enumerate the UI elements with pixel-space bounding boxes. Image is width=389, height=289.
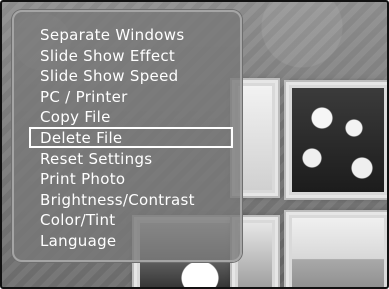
photo-thumbnail-beach[interactable]: [286, 212, 387, 287]
screen-frame: Separate Windows Slide Show Effect Slide…: [0, 0, 389, 289]
menu-item-color-tint[interactable]: Color/Tint: [40, 210, 195, 231]
menu-item-language[interactable]: Language: [40, 231, 195, 252]
menu-item-reset-settings[interactable]: Reset Settings: [40, 149, 195, 170]
menu-item-pc-printer[interactable]: PC / Printer: [40, 87, 195, 108]
menu-item-delete-file[interactable]: Delete File: [40, 128, 195, 149]
photo-image: [292, 88, 384, 192]
menu-item-brightness-contrast[interactable]: Brightness/Contrast: [40, 190, 195, 211]
settings-menu: Separate Windows Slide Show Effect Slide…: [12, 10, 242, 262]
photo-thumbnail-flowers[interactable]: [286, 82, 387, 198]
menu-item-slide-show-speed[interactable]: Slide Show Speed: [40, 66, 195, 87]
menu-list: Separate Windows Slide Show Effect Slide…: [40, 25, 195, 252]
menu-item-slide-show-effect[interactable]: Slide Show Effect: [40, 46, 195, 67]
menu-item-copy-file[interactable]: Copy File: [40, 107, 195, 128]
photo-image: [238, 223, 272, 287]
photo-image: [292, 218, 384, 287]
menu-item-print-photo[interactable]: Print Photo: [40, 169, 195, 190]
photo-image: [238, 86, 272, 190]
menu-item-separate-windows[interactable]: Separate Windows: [40, 25, 195, 46]
